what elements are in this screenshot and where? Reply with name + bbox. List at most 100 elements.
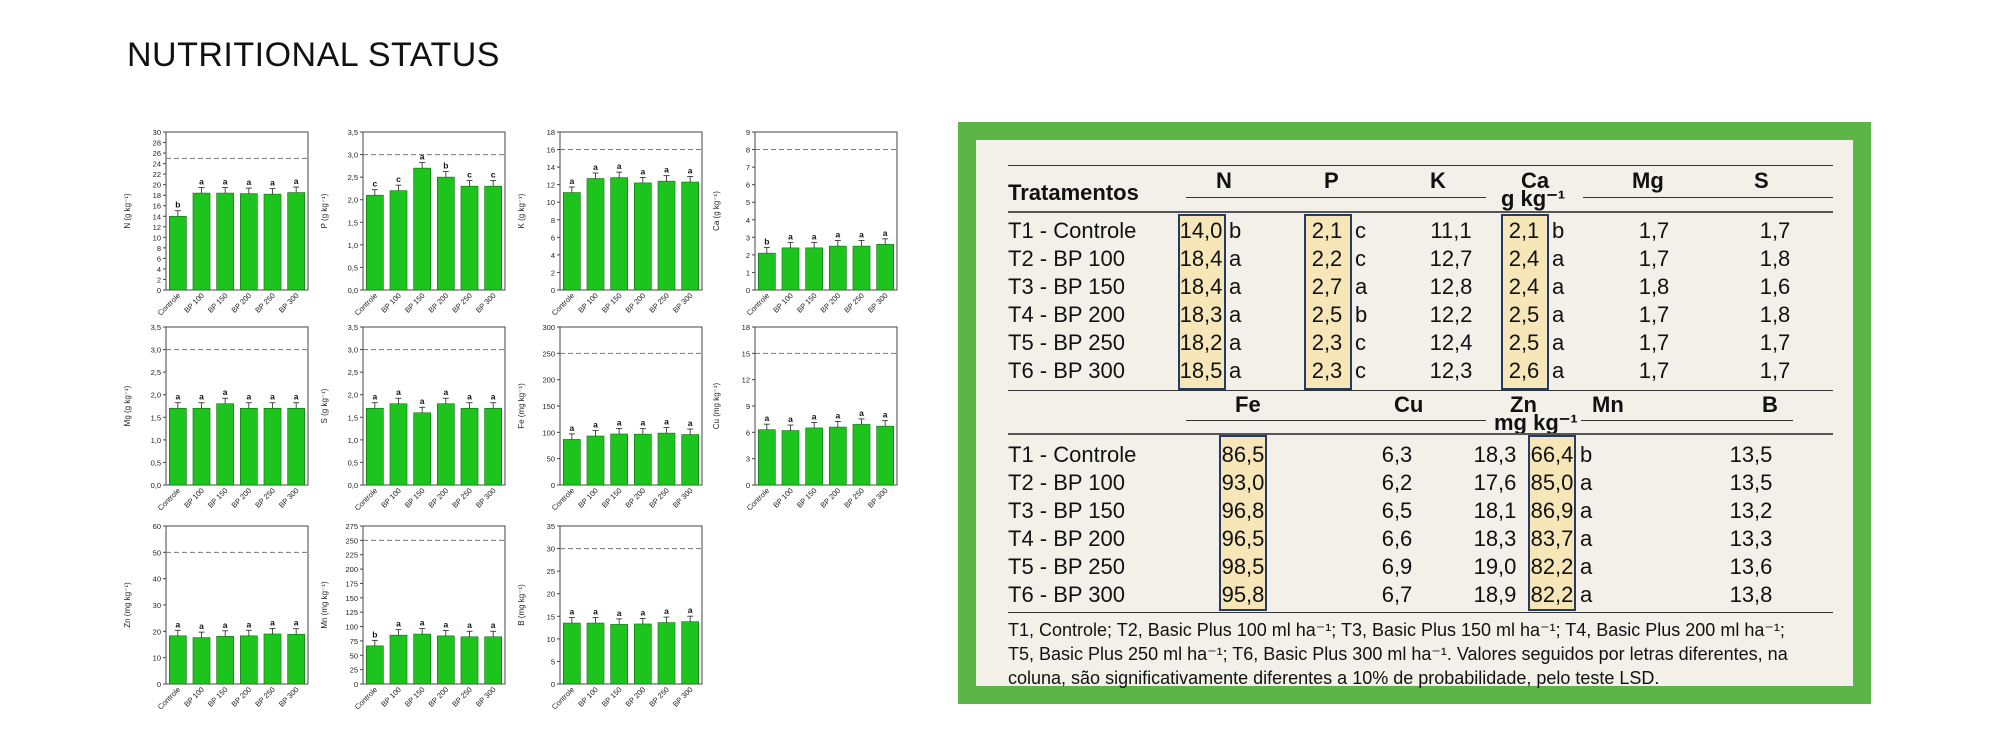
y-tick-label: 0 (551, 680, 555, 689)
significance-letter: a (688, 166, 693, 176)
significance-letter: a (443, 387, 448, 397)
value-s: 1,8 (1759, 246, 1791, 271)
significance-letter: a (835, 411, 840, 421)
chart-panel-11: 0 5 10 15 20 25 30 35 B (mg kg⁻¹) a Controle a BP 10… (517, 522, 703, 711)
y-tick-label: 3,0 (348, 151, 358, 160)
y-tick-label: 150 (345, 594, 358, 603)
bar (240, 193, 258, 291)
bar (563, 439, 581, 486)
bar (389, 190, 408, 291)
x-tick-label: BP 300 (866, 486, 890, 510)
bar (287, 407, 305, 486)
significance-letter: a (420, 396, 425, 406)
y-tick-label: 60 (153, 522, 161, 531)
y-tick-label: 4 (551, 251, 555, 260)
y-tick-label: 4 (157, 265, 161, 274)
chart-panel-4: 0 1 2 3 4 5 6 7 8 9 Ca (g kg⁻¹) b Controle a BP 100 a BP… (712, 128, 898, 317)
value-mg: 1,8 (1638, 274, 1670, 299)
y-tick-label: 3,5 (348, 128, 358, 137)
x-tick-label: BP 300 (671, 486, 695, 510)
bar (169, 635, 187, 685)
chart-panel-1: 024681012141618202224262830N (g kg⁻¹) bCo… (123, 128, 309, 317)
value-zn: 18,3 (1473, 526, 1517, 551)
y-tick-label: 12 (742, 376, 750, 385)
significance-letter: a (270, 617, 275, 627)
letter-n: a (1229, 246, 1242, 271)
chart-panel-6: 0,0 0,5 1,0 1,5 2,0 2,5 3,0 3,5 S (g kg⁻¹) a Contr… (320, 323, 506, 512)
bar (413, 633, 431, 685)
treatment-label: T4 - BP 200 (1008, 302, 1125, 327)
x-tick-label: BP 100 (576, 685, 600, 709)
y-tick-label: 28 (153, 139, 161, 148)
value-b: 13,3 (1729, 526, 1773, 551)
value-mn: 66,4 (1530, 442, 1574, 467)
significance-letter: a (420, 152, 425, 162)
bar-charts-grid: 024681012141618202224262830N (g kg⁻¹) bCo… (123, 128, 898, 711)
letter-mn: a (1580, 498, 1593, 523)
bar (240, 635, 258, 685)
footnote-top-rule (1008, 612, 1833, 613)
bar (586, 435, 605, 486)
unit-rule-right (1583, 197, 1833, 198)
value-b: 13,2 (1729, 498, 1773, 523)
significance-letter: c (396, 174, 401, 184)
value-b: 13,6 (1729, 554, 1773, 579)
value-b: 13,8 (1729, 582, 1773, 607)
bar (758, 429, 776, 486)
significance-letter: a (883, 410, 888, 420)
significance-letter: a (835, 230, 840, 240)
value-n: 18,4 (1179, 246, 1223, 271)
x-tick-label: BP 200 (819, 486, 843, 510)
value-ca: 2,6 (1508, 358, 1540, 383)
x-tick-label: BP 300 (277, 486, 301, 510)
chart-panel-2: 0,0 0,5 1,0 1,5 2,0 2,5 3,0 3,5 P (g kg⁻¹) c Contr… (320, 128, 506, 317)
bar (389, 634, 408, 685)
bar (610, 177, 628, 291)
significance-letter: a (396, 619, 401, 629)
y-tick-label: 3,0 (151, 346, 161, 355)
y-tick-label: 26 (153, 149, 161, 158)
plot-frame (559, 525, 703, 685)
value-n: 18,3 (1179, 302, 1223, 327)
value-mg: 1,7 (1638, 330, 1670, 355)
chart-panel-3: 0 2 4 6 8 10 12 14 16 18 K (g kg⁻¹) a Controle a BP 10… (517, 128, 703, 317)
macro-column-header: N (1216, 168, 1232, 193)
bar (192, 192, 211, 291)
y-tick-label: 24 (153, 160, 161, 169)
y-axis-label: Zn (mg kg⁻¹) (123, 582, 132, 628)
significance-letter: c (372, 179, 377, 189)
y-tick-label: 50 (153, 548, 161, 557)
y-tick-label: 5 (746, 198, 750, 207)
significance-letter: a (467, 620, 472, 630)
plot-frame (165, 525, 309, 685)
significance-letter: a (788, 231, 793, 241)
plot-frame (754, 326, 898, 486)
value-zn: 18,9 (1473, 582, 1517, 607)
significance-letter: a (246, 392, 251, 402)
x-tick-label: BP 100 (182, 486, 206, 510)
significance-letter: a (617, 417, 622, 427)
x-tick-label: Controle (745, 291, 771, 317)
plot-frame (165, 131, 309, 291)
significance-letter: a (223, 177, 228, 187)
significance-letter: a (812, 411, 817, 421)
bar (781, 430, 800, 486)
significance-letter: a (491, 392, 496, 402)
value-zn: 18,1 (1473, 498, 1517, 523)
value-p: 2,1 (1311, 218, 1343, 243)
micro-column-header: Mn (1592, 392, 1624, 417)
letter-ca: a (1552, 330, 1565, 355)
bar (829, 245, 847, 291)
x-tick-label: BP 250 (842, 291, 866, 315)
y-tick-label: 300 (542, 323, 555, 332)
value-p: 2,3 (1311, 330, 1343, 355)
bar (610, 624, 628, 685)
bar (781, 247, 800, 291)
y-tick-label: 0 (354, 680, 358, 689)
micro-top-rule (1008, 390, 1833, 391)
significance-letter: a (294, 176, 299, 186)
y-tick-label: 14 (547, 163, 555, 172)
letter-mn: a (1580, 526, 1593, 551)
x-tick-label: BP 150 (600, 685, 624, 709)
footnote-line: T5, Basic Plus 250 ml ha⁻¹; T6, Basic Pl… (1008, 644, 1788, 664)
